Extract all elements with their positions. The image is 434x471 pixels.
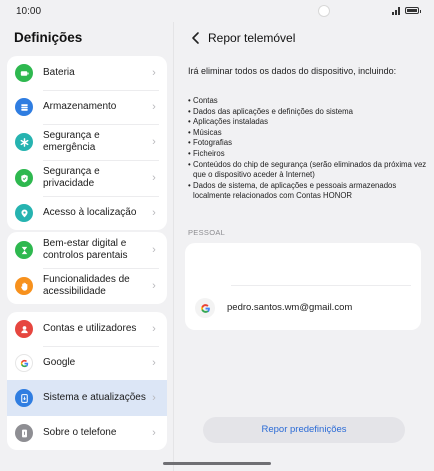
sidebar-item-accounts[interactable]: Contas e utilizadores › [7, 312, 167, 346]
sidebar-item-location[interactable]: Acesso à localização › [7, 196, 167, 230]
list-item: Dados de sistema, de aplicações e pessoa… [188, 181, 428, 202]
sidebar-item-label: Funcionalidades de acessibilidade [43, 274, 130, 297]
sidebar-item-google[interactable]: Google › [7, 346, 167, 380]
google-icon [15, 354, 33, 372]
chevron-right-icon: › [152, 67, 156, 79]
signal-icon [392, 7, 402, 15]
account-card: pedro.santos.wm@gmail.com [185, 243, 421, 330]
status-bar: 10:00 [0, 0, 434, 22]
hand-icon [15, 277, 33, 295]
sidebar-item-label: Acesso à localização [43, 207, 137, 218]
system-update-icon [15, 389, 33, 407]
sidebar-item-storage[interactable]: Armazenamento › [7, 90, 167, 124]
sidebar-item-digital-wellbeing[interactable]: Bem-estar digital e controlos parentais … [7, 232, 167, 268]
sidebar-item-emergency[interactable]: Segurança e emergência › [7, 124, 167, 160]
list-item: Dados das aplicações e definições do sis… [188, 107, 428, 118]
sidebar-item-system-updates[interactable]: Sistema e atualizações › [7, 380, 167, 416]
reset-defaults-button[interactable]: Repor predefinições [203, 417, 405, 443]
sidebar-item-label: Segurança e privacidade [43, 166, 100, 189]
sidebar-item-privacy[interactable]: Segurança e privacidade › [7, 160, 167, 196]
chevron-right-icon: › [152, 280, 156, 292]
list-item: Ficheiros [188, 149, 428, 160]
hourglass-icon [15, 241, 33, 259]
reset-intro-text: Irá eliminar todos os dados do dispositi… [188, 66, 397, 76]
account-email: pedro.santos.wm@gmail.com [227, 302, 353, 313]
section-label-personal: PESSOAL [188, 228, 226, 237]
chevron-right-icon: › [152, 172, 156, 184]
status-time: 10:00 [16, 6, 42, 17]
list-item: Contas [188, 96, 428, 107]
list-item: Conteúdos do chip de segurança (serão el… [188, 160, 428, 181]
page-title: Repor telemóvel [208, 31, 296, 45]
google-account-icon [195, 298, 215, 318]
chevron-right-icon: › [152, 244, 156, 256]
settings-group-1: Bateria › Armazenamento › Segurança e em… [7, 56, 167, 230]
chevron-right-icon: › [152, 207, 156, 219]
divider [231, 285, 411, 286]
account-icon [15, 320, 33, 338]
reset-phone-panel: Repor telemóvel Irá eliminar todos os da… [174, 22, 434, 471]
emergency-icon [15, 133, 33, 151]
chevron-right-icon: › [152, 392, 156, 404]
list-item: Músicas [188, 128, 428, 139]
sidebar-item-accessibility[interactable]: Funcionalidades de acessibilidade › [7, 268, 167, 304]
list-item: Fotografias [188, 138, 428, 149]
settings-group-2: Bem-estar digital e controlos parentais … [7, 232, 167, 304]
sidebar-item-label: Bateria [43, 67, 75, 78]
sidebar-item-label: Sobre o telefone [43, 427, 117, 438]
location-icon [15, 204, 33, 222]
battery-status-icon [405, 7, 421, 14]
front-camera [318, 5, 330, 17]
battery-icon [15, 64, 33, 82]
list-item: Aplicações instaladas [188, 117, 428, 128]
settings-group-3: Contas e utilizadores › Google › Sistema… [7, 312, 167, 450]
chevron-right-icon: › [152, 323, 156, 335]
gesture-nav-bar[interactable] [163, 462, 271, 465]
chevron-right-icon: › [152, 427, 156, 439]
storage-icon [15, 98, 33, 116]
sidebar-item-label: Contas e utilizadores [43, 323, 137, 334]
data-list: Contas Dados das aplicações e definições… [188, 96, 428, 202]
back-arrow-icon[interactable] [188, 30, 204, 46]
shield-icon [15, 169, 33, 187]
sidebar-item-about-phone[interactable]: Sobre o telefone › [7, 416, 167, 450]
sidebar-item-label: Bem-estar digital e controlos parentais [43, 238, 128, 261]
sidebar-item-battery[interactable]: Bateria › [7, 56, 167, 90]
chevron-right-icon: › [152, 101, 156, 113]
settings-sidebar: Definições Bateria › Armazenamento › Seg… [0, 22, 174, 471]
sidebar-item-label: Armazenamento [43, 101, 117, 112]
sidebar-item-label: Google [43, 357, 76, 368]
settings-title: Definições [14, 30, 83, 45]
chevron-right-icon: › [152, 357, 156, 369]
chevron-right-icon: › [152, 136, 156, 148]
sidebar-item-label: Segurança e emergência [43, 130, 100, 153]
sidebar-item-label: Sistema e atualizações [43, 392, 146, 403]
phone-info-icon [15, 424, 33, 442]
